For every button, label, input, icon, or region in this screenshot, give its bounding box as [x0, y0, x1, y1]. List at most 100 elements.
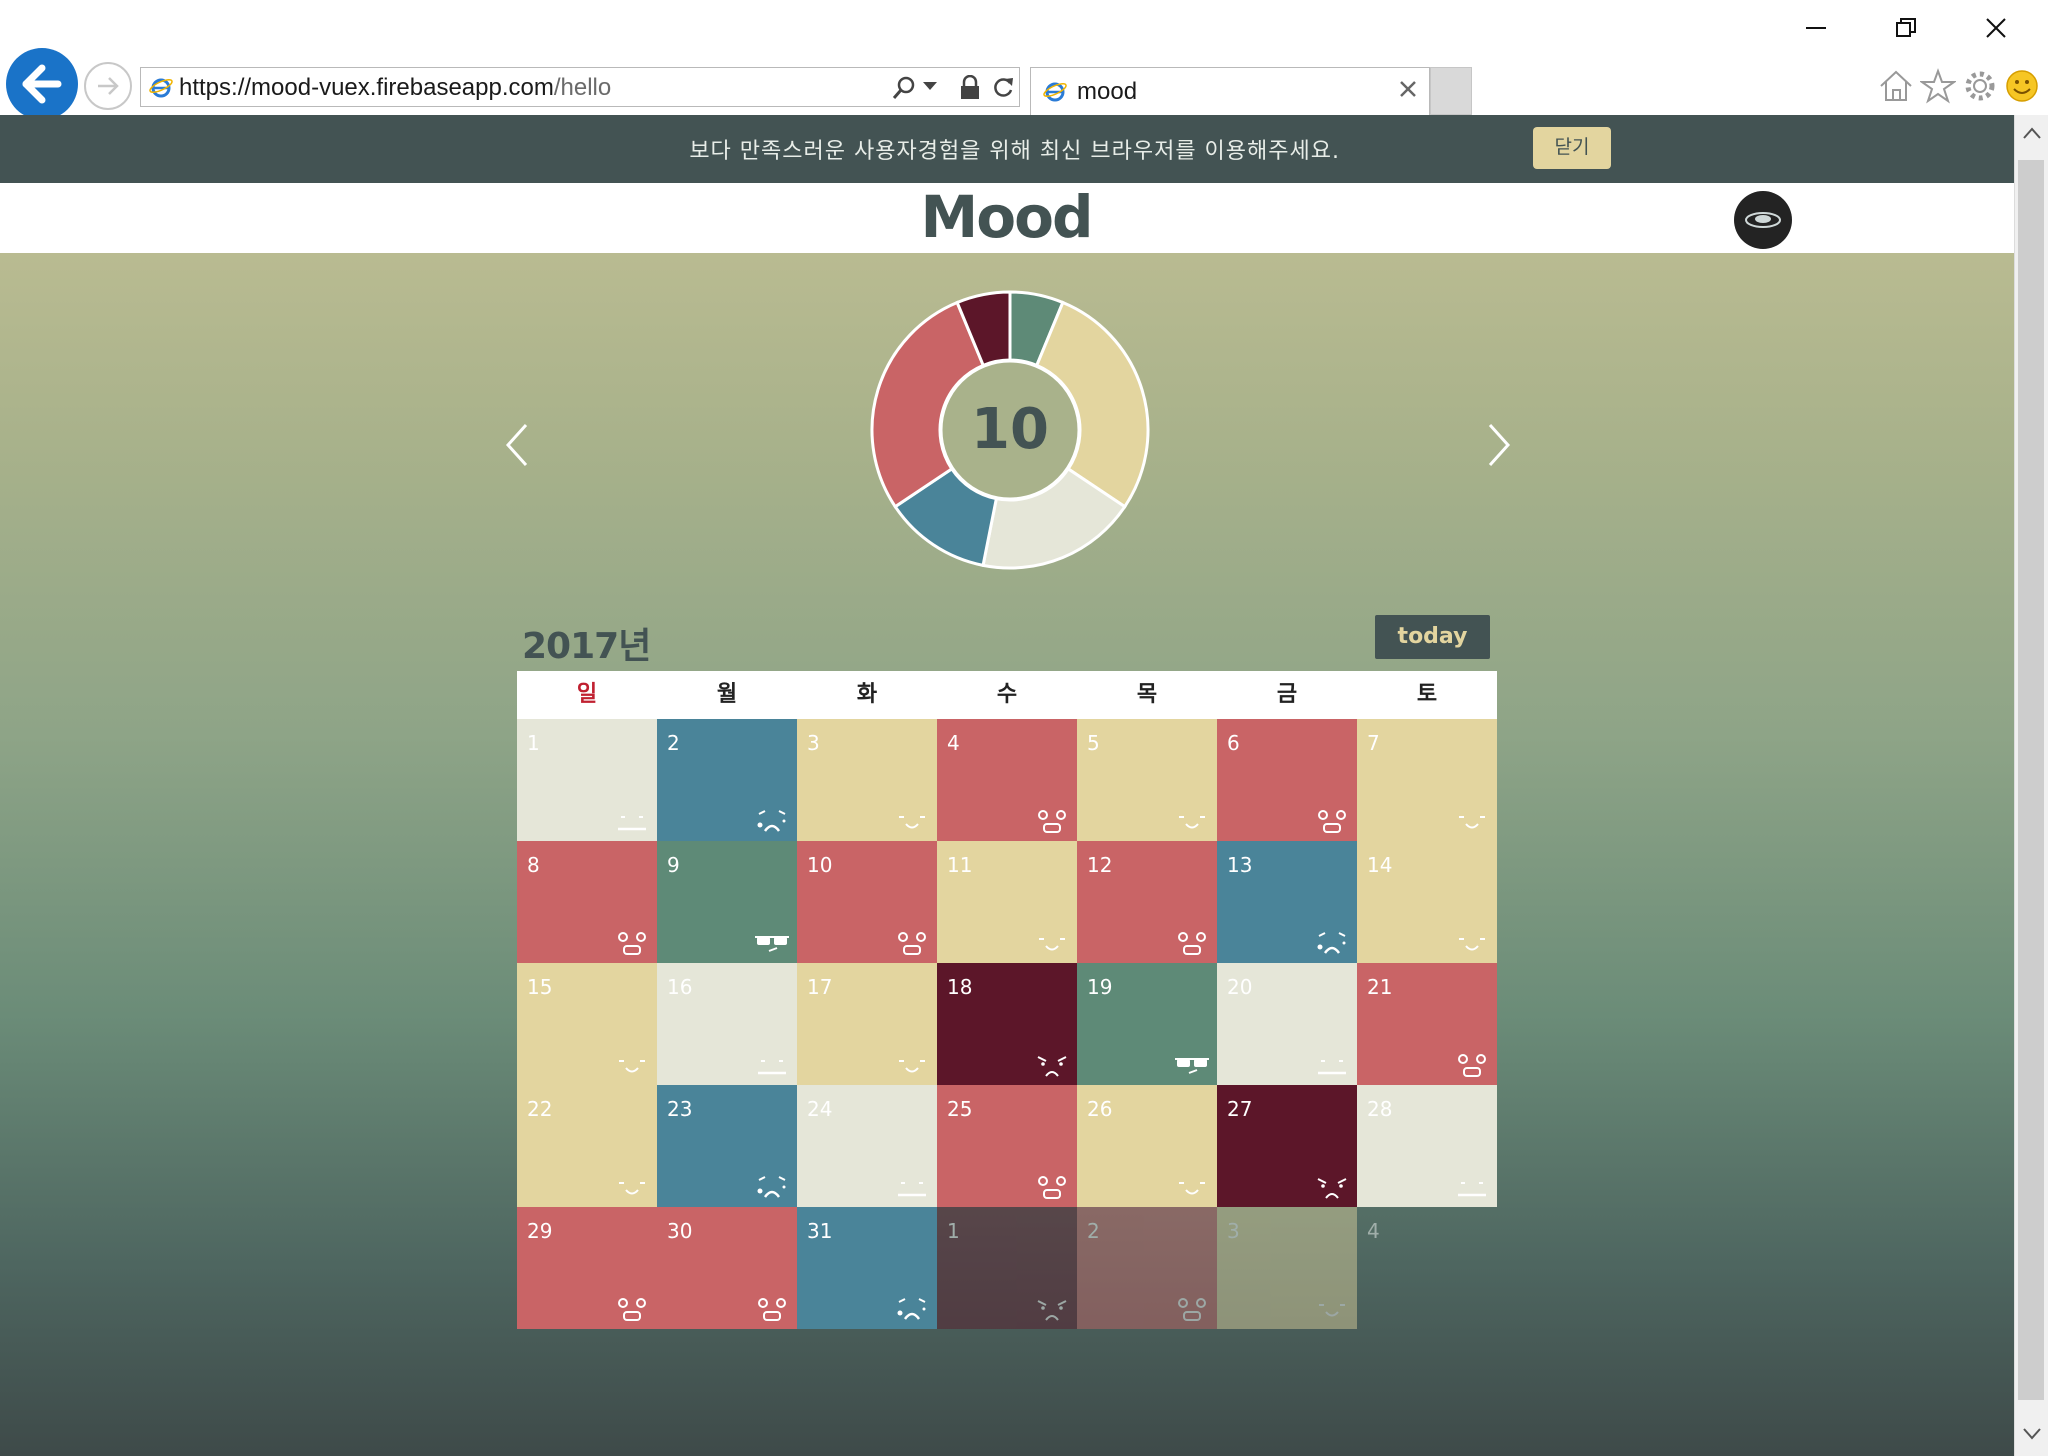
calendar-day[interactable]: 9 [657, 841, 797, 963]
profile-avatar[interactable] [1734, 191, 1792, 249]
calm-face-icon [618, 816, 646, 831]
surprised-face-icon [1318, 810, 1346, 833]
next-month-icon[interactable] [1478, 415, 1518, 475]
calendar-day-next-month[interactable]: 4 [1357, 1207, 1497, 1329]
day-number: 30 [667, 1219, 693, 1243]
calendar-day[interactable]: 15 [517, 963, 657, 1085]
calendar-day[interactable]: 10 [797, 841, 937, 963]
happy-face-icon [899, 816, 925, 829]
surprised-face-icon [1458, 1054, 1486, 1077]
today-button[interactable]: today [1375, 615, 1490, 659]
search-icon[interactable] [891, 75, 917, 101]
calendar-day[interactable]: 4 [937, 719, 1077, 841]
weekday-label: 목 [1136, 682, 1158, 707]
day-number: 2 [667, 731, 680, 755]
calendar-day[interactable]: 21 [1357, 963, 1497, 1085]
day-number: 24 [807, 1097, 833, 1121]
new-tab-button[interactable] [1430, 67, 1472, 115]
day-number: 6 [1227, 731, 1240, 755]
calendar-day[interactable]: 1 [517, 719, 657, 841]
back-button[interactable] [6, 48, 78, 120]
favorites-star-icon[interactable] [1920, 68, 1956, 104]
forward-icon [98, 77, 119, 95]
weekday-label: 월 [716, 682, 738, 707]
close-window-icon[interactable] [1966, 8, 2026, 48]
scroll-down-icon[interactable] [2023, 1428, 2041, 1440]
day-number: 21 [1367, 975, 1393, 999]
mood-logo[interactable]: Mood [906, 187, 1106, 249]
calendar-day[interactable]: 20 [1217, 963, 1357, 1085]
banner-close-button[interactable]: 닫기 [1533, 127, 1611, 169]
calendar-day[interactable]: 6 [1217, 719, 1357, 841]
happy-face-icon [1179, 1182, 1205, 1195]
calendar-day[interactable]: 18 [937, 963, 1077, 1085]
calendar-day[interactable]: 3 [797, 719, 937, 841]
back-icon [22, 64, 62, 104]
sad-face-icon [757, 810, 786, 832]
app-header: Mood [0, 183, 2014, 253]
day-number: 29 [527, 1219, 553, 1243]
calendar-day[interactable]: 8 [517, 841, 657, 963]
vertical-scrollbar[interactable] [2014, 115, 2048, 1456]
tab-close-icon[interactable] [1399, 80, 1417, 98]
weekday-label: 화 [856, 682, 878, 707]
page-viewport: 보다 만족스러운 사용자경험을 위해 최신 브라우저를 이용해주세요. 닫기 M… [0, 115, 2014, 1456]
mood-donut-chart: 10 [865, 285, 1155, 575]
lock-icon[interactable] [959, 75, 981, 101]
address-bar[interactable]: https://mood-vuex.firebaseapp.com/hello [140, 67, 1020, 107]
day-number: 28 [1367, 1097, 1393, 1121]
calendar-day[interactable]: 24 [797, 1085, 937, 1207]
avatar-icon [1745, 212, 1781, 228]
refresh-icon[interactable] [991, 75, 1015, 101]
tab-mood[interactable]: mood [1030, 67, 1430, 115]
day-number: 8 [527, 853, 540, 877]
surprised-face-icon [1178, 932, 1206, 955]
calm-face-icon [898, 1182, 926, 1197]
calendar-day-next-month[interactable]: 3 [1217, 1207, 1357, 1329]
home-icon[interactable] [1878, 68, 1914, 104]
day-number: 5 [1087, 731, 1100, 755]
calendar-day[interactable]: 19 [1077, 963, 1217, 1085]
weekday-label: 수 [996, 682, 1018, 707]
calendar-day[interactable]: 13 [1217, 841, 1357, 963]
calendar-day[interactable]: 5 [1077, 719, 1217, 841]
calendar-day[interactable]: 29 [517, 1207, 657, 1329]
day-number: 4 [947, 731, 960, 755]
surprised-face-icon [1178, 1298, 1206, 1321]
calendar-day[interactable]: 7 [1357, 719, 1497, 841]
url-text: https://mood-vuex.firebaseapp.com/hello [179, 74, 612, 101]
happy-face-icon [899, 1060, 925, 1073]
calendar-day[interactable]: 26 [1077, 1085, 1217, 1207]
prev-month-icon[interactable] [498, 415, 538, 475]
svg-text:Mood: Mood [921, 187, 1092, 249]
scroll-thumb[interactable] [2018, 160, 2044, 1400]
sad-face-icon [757, 1176, 786, 1198]
calendar-day[interactable]: 12 [1077, 841, 1217, 963]
day-number: 1 [947, 1219, 960, 1243]
calendar-day[interactable]: 30 [657, 1207, 797, 1329]
calendar-day-next-month[interactable]: 1 [937, 1207, 1077, 1329]
calendar-day[interactable]: 16 [657, 963, 797, 1085]
settings-gear-icon[interactable] [1962, 68, 1998, 104]
weekday-label: 금 [1276, 682, 1298, 707]
forward-button[interactable] [84, 62, 132, 110]
calendar-day[interactable]: 28 [1357, 1085, 1497, 1207]
calendar-day[interactable]: 23 [657, 1085, 797, 1207]
happy-face-icon [1459, 816, 1485, 829]
calendar-day[interactable]: 11 [937, 841, 1077, 963]
calendar-day[interactable]: 27 [1217, 1085, 1357, 1207]
angry-face-icon [1037, 1056, 1067, 1077]
minimize-icon[interactable] [1786, 8, 1846, 48]
calendar-day[interactable]: 2 [657, 719, 797, 841]
calendar-day[interactable]: 25 [937, 1085, 1077, 1207]
calendar-day[interactable]: 17 [797, 963, 937, 1085]
calendar-day-next-month[interactable]: 2 [1077, 1207, 1217, 1329]
scroll-up-icon[interactable] [2023, 127, 2041, 139]
restore-icon[interactable] [1876, 8, 1936, 48]
calendar-day[interactable]: 31 [797, 1207, 937, 1329]
calendar-day[interactable]: 22 [517, 1085, 657, 1207]
smiley-feedback-icon[interactable] [2004, 68, 2040, 104]
calendar-day[interactable]: 14 [1357, 841, 1497, 963]
day-number: 3 [1227, 1219, 1240, 1243]
dropdown-arrow-icon[interactable] [923, 82, 937, 92]
